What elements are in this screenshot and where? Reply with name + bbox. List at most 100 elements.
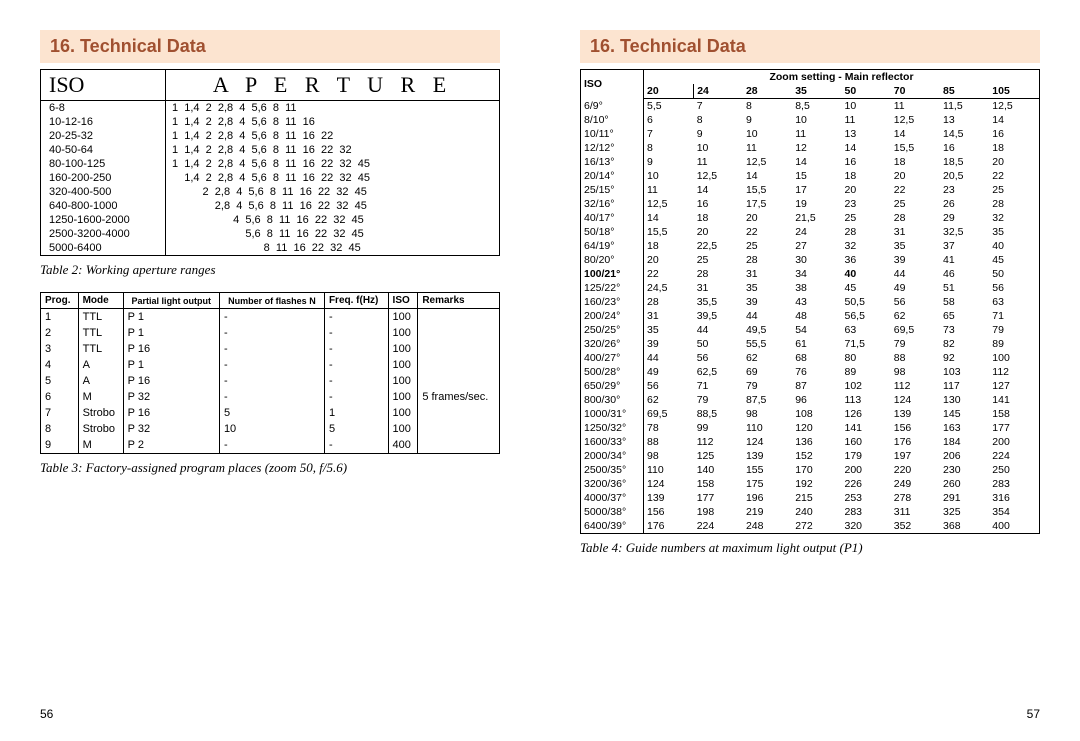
- t3-cell: P 1: [123, 325, 219, 341]
- t4-cell: 39: [743, 295, 792, 309]
- t4-cell: 21,5: [792, 211, 841, 225]
- t4-cell: 18: [644, 239, 694, 253]
- t4-cell: 40: [841, 267, 890, 281]
- t4-cell: 35,5: [694, 295, 743, 309]
- t4-cell: 283: [989, 477, 1039, 491]
- t4-cell: 12: [792, 141, 841, 155]
- t4-cell: 15,5: [891, 141, 940, 155]
- t3-cell: 100: [388, 309, 418, 326]
- t4-iso-cell: 650/29°: [581, 379, 644, 393]
- t4-cell: 54: [792, 323, 841, 337]
- t4-cell: 126: [841, 407, 890, 421]
- t4-cell: 14: [891, 127, 940, 141]
- t4-cell: 28: [989, 197, 1039, 211]
- t4-cell: 37: [940, 239, 989, 253]
- t4-cell: 18: [694, 211, 743, 225]
- t4-cell: 117: [940, 379, 989, 393]
- t3-cell: P 32: [123, 389, 219, 405]
- t4-iso-cell: 5000/38°: [581, 505, 644, 519]
- t2-aperture-cell: 2,8 4 5,6 8 11 16 22 32 45: [166, 199, 500, 213]
- t4-cell: 110: [644, 463, 694, 477]
- t4-cell: 139: [743, 449, 792, 463]
- t4-cell: 89: [841, 365, 890, 379]
- t4-iso-cell: 125/22°: [581, 281, 644, 295]
- t4-cell: 16: [841, 155, 890, 169]
- page-left: 16. Technical Data ISO A P E R T U R E 6…: [0, 0, 540, 741]
- page-number-right: 57: [1027, 707, 1040, 721]
- t3-cell: -: [219, 341, 324, 357]
- t4-cell: 325: [940, 505, 989, 519]
- t3-header-cell: Partial light output: [123, 293, 219, 309]
- t4-cell: 283: [841, 505, 890, 519]
- t3-cell: A: [78, 373, 123, 389]
- t4-cell: 127: [989, 379, 1039, 393]
- t4-cell: 224: [694, 519, 743, 534]
- t4-iso-cell: 50/18°: [581, 225, 644, 239]
- t4-cell: 112: [891, 379, 940, 393]
- t4-iso-cell: 800/30°: [581, 393, 644, 407]
- t4-cell: 196: [743, 491, 792, 505]
- t4-cell: 197: [891, 449, 940, 463]
- t3-cell: M: [78, 437, 123, 454]
- t4-cell: 200: [989, 435, 1039, 449]
- t4-cell: 200: [841, 463, 890, 477]
- t4-cell: 15,5: [743, 183, 792, 197]
- t3-cell: P 16: [123, 341, 219, 357]
- t4-cell: 10: [694, 141, 743, 155]
- t4-cell: 99: [694, 421, 743, 435]
- t4-cell: 50,5: [841, 295, 890, 309]
- t3-cell: 6: [41, 389, 79, 405]
- t4-cell: 248: [743, 519, 792, 534]
- t3-cell: -: [219, 373, 324, 389]
- t4-cell: 31: [694, 281, 743, 295]
- t4-cell: 219: [743, 505, 792, 519]
- t4-cell: 8: [644, 141, 694, 155]
- t4-cell: 15: [792, 169, 841, 183]
- t3-header-cell: Number of flashes N: [219, 293, 324, 309]
- t4-iso-cell: 100/21°: [581, 267, 644, 281]
- table-program-places: Prog.ModePartial light outputNumber of f…: [40, 292, 500, 454]
- t4-cell: 278: [891, 491, 940, 505]
- t2-aperture-cell: 8 11 16 22 32 45: [166, 241, 500, 256]
- t4-cell: 58: [940, 295, 989, 309]
- t4-cell: 156: [891, 421, 940, 435]
- t4-cell: 170: [792, 463, 841, 477]
- t3-cell: 100: [388, 341, 418, 357]
- t2-aperture-cell: 1 1,4 2 2,8 4 5,6 8 11 16: [166, 115, 500, 129]
- t3-header-cell: Prog.: [41, 293, 79, 309]
- t3-cell: P 16: [123, 373, 219, 389]
- t4-cell: 16: [940, 141, 989, 155]
- t4-cell: 49: [644, 365, 694, 379]
- t4-cell: 40: [989, 239, 1039, 253]
- t4-cell: 27: [792, 239, 841, 253]
- t3-cell: 100: [388, 325, 418, 341]
- t4-cell: 28: [891, 211, 940, 225]
- t4-iso-cell: 3200/36°: [581, 477, 644, 491]
- t4-cell: 23: [841, 197, 890, 211]
- t4-cell: 177: [989, 421, 1039, 435]
- t3-cell: 100: [388, 405, 418, 421]
- t4-header-iso: ISO: [581, 70, 644, 99]
- t4-cell: 12,5: [743, 155, 792, 169]
- t4-cell: 400: [989, 519, 1039, 534]
- t4-cell: 158: [989, 407, 1039, 421]
- t4-header-zoom: Zoom setting - Main reflector: [644, 70, 1040, 85]
- t3-cell: -: [219, 325, 324, 341]
- t3-cell: P 1: [123, 357, 219, 373]
- t4-iso-cell: 160/23°: [581, 295, 644, 309]
- t4-cell: 56,5: [841, 309, 890, 323]
- t2-aperture-cell: 2 2,8 4 5,6 8 11 16 22 32 45: [166, 185, 500, 199]
- t4-cell: 39: [644, 337, 694, 351]
- t4-cell: 32,5: [940, 225, 989, 239]
- t4-cell: 98: [644, 449, 694, 463]
- t4-cell: 272: [792, 519, 841, 534]
- t4-iso-cell: 64/19°: [581, 239, 644, 253]
- t4-cell: 291: [940, 491, 989, 505]
- t4-cell: 45: [989, 253, 1039, 267]
- t4-cell: 220: [891, 463, 940, 477]
- t3-cell: 3: [41, 341, 79, 357]
- t3-cell: 100: [388, 373, 418, 389]
- t3-cell: 10: [219, 421, 324, 437]
- t4-cell: 112: [694, 435, 743, 449]
- table3-caption: Table 3: Factory-assigned program places…: [40, 460, 500, 476]
